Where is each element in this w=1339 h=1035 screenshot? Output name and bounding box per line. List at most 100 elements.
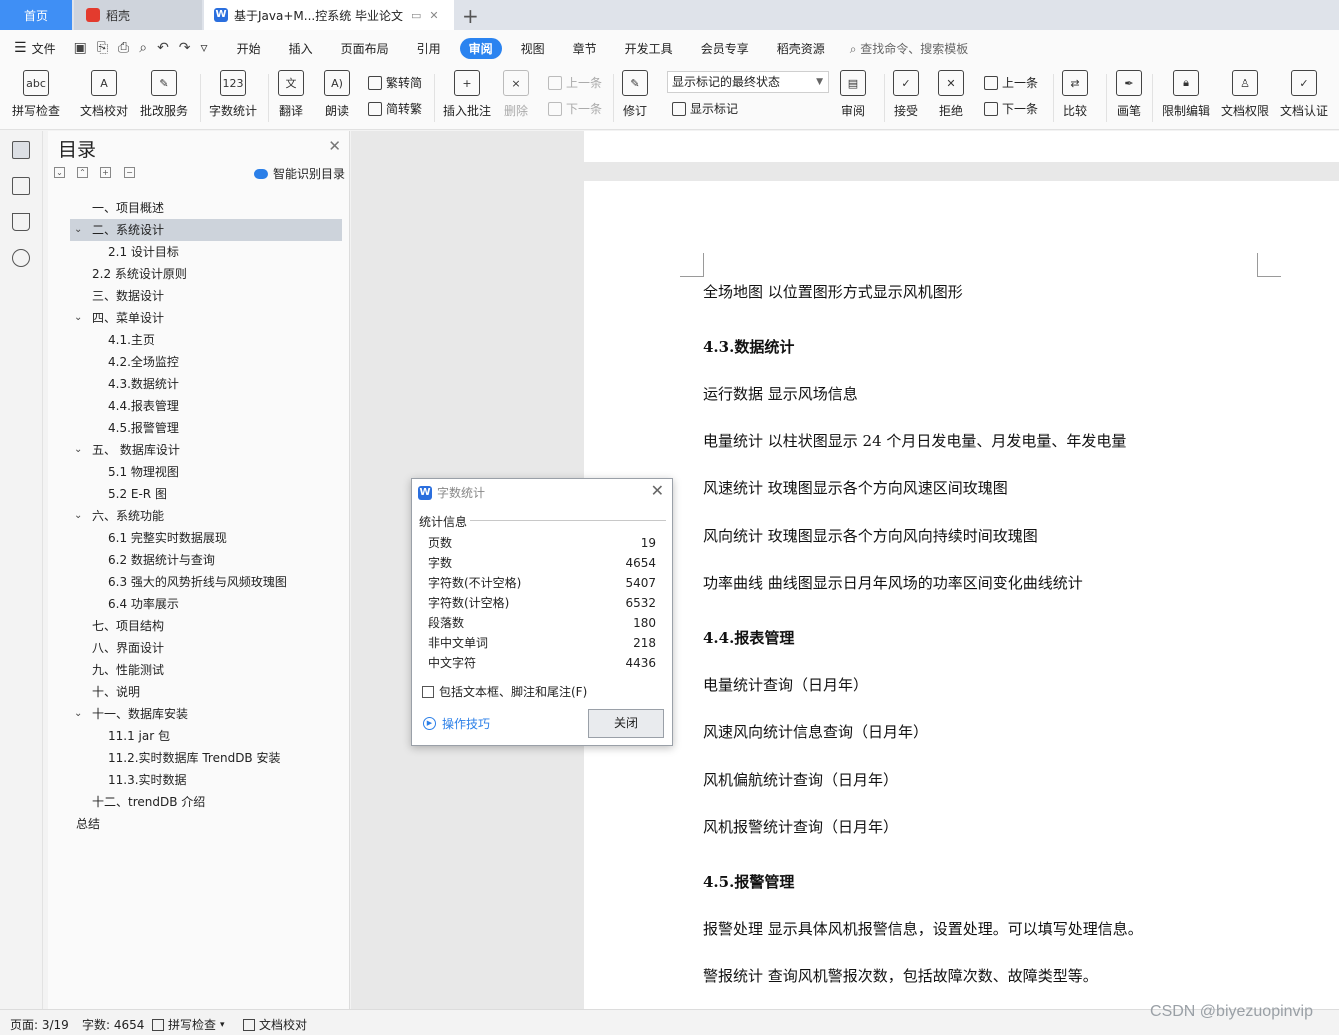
toc-item[interactable]: 八、界面设计 bbox=[70, 637, 342, 659]
menu-tab-resources[interactable]: 稻壳资源 bbox=[768, 38, 834, 59]
chevron-down-icon[interactable]: ⌄ bbox=[74, 307, 82, 329]
add-heading-icon[interactable]: + bbox=[100, 167, 111, 178]
chevron-down-icon[interactable]: ⌄ bbox=[74, 703, 82, 725]
revise-service-button[interactable]: ✎ 批改服务 bbox=[140, 70, 188, 119]
toc-item[interactable]: 总结 bbox=[70, 813, 342, 835]
menu-tab-insert[interactable]: 插入 bbox=[280, 38, 322, 59]
toc-item[interactable]: ⌄ 四、菜单设计 bbox=[70, 307, 342, 329]
toc-item[interactable]: ⌄ 二、系统设计 bbox=[70, 219, 342, 241]
toc-item[interactable]: 4.4.报表管理 bbox=[70, 395, 342, 417]
prev-change-button[interactable]: 上一条 bbox=[984, 74, 1038, 91]
menu-tab-member[interactable]: 会员专享 bbox=[692, 38, 758, 59]
search-icon[interactable] bbox=[12, 249, 30, 267]
status-doc-proof[interactable]: 文档校对 bbox=[243, 1016, 307, 1033]
menu-tab-review[interactable]: 审阅 bbox=[459, 37, 502, 59]
doc-proof-button[interactable]: A 文档校对 bbox=[80, 70, 128, 119]
include-textbox-checkbox[interactable]: 包括文本框、脚注和尾注(F) bbox=[422, 683, 587, 700]
toc-item[interactable]: 4.1.主页 bbox=[70, 329, 342, 351]
translate-button[interactable]: 文翻译 bbox=[278, 70, 304, 119]
markup-state-select[interactable]: 显示标记的最终状态 ▼ bbox=[667, 71, 829, 93]
toc-item[interactable]: 2.2 系统设计原则 bbox=[70, 263, 342, 285]
toc-item[interactable]: 十、说明 bbox=[70, 681, 342, 703]
compare-button[interactable]: ⇄ 比较 bbox=[1062, 70, 1088, 119]
document-page[interactable]: 全场地图 以位置图形方式显示风机图形 4.3.数据统计 运行数据 显示风场信息 电量统… bbox=[584, 181, 1339, 1009]
prev-comment-button[interactable]: 上一条 bbox=[548, 74, 602, 91]
chevron-down-icon[interactable]: ⌄ bbox=[74, 439, 82, 461]
toc-item[interactable]: 6.1 完整实时数据展现 bbox=[70, 527, 342, 549]
reject-button[interactable]: ✕ 拒绝 bbox=[938, 70, 964, 119]
toc-item[interactable]: 6.2 数据统计与查询 bbox=[70, 549, 342, 571]
export-icon[interactable]: ⎘ bbox=[97, 40, 108, 56]
toc-item[interactable]: 6.4 功率展示 bbox=[70, 593, 342, 615]
expand-up-icon[interactable]: ⌃ bbox=[77, 167, 88, 178]
save-icon[interactable]: ▣ bbox=[74, 40, 87, 56]
toc-item[interactable]: 七、项目结构 bbox=[70, 615, 342, 637]
undo-icon[interactable]: ↶ bbox=[157, 40, 169, 56]
chevron-down-icon[interactable]: ⌄ bbox=[74, 505, 82, 527]
tab-document[interactable]: W 基于Java+M...控系统 毕业论文 ▭ ✕ bbox=[204, 0, 454, 30]
toc-item[interactable]: 5.1 物理视图 bbox=[70, 461, 342, 483]
pen-button[interactable]: ✒ 画笔 bbox=[1116, 70, 1142, 119]
toc-item[interactable]: 6.3 强大的风势折线与风频玫瑰图 bbox=[70, 571, 342, 593]
toc-item[interactable]: 2.1 设计目标 bbox=[70, 241, 342, 263]
menu-tab-layout[interactable]: 页面布局 bbox=[332, 38, 398, 59]
status-spell-check[interactable]: 拼写检查 ▾ bbox=[152, 1016, 225, 1033]
close-icon[interactable]: ✕ bbox=[328, 137, 341, 155]
close-icon[interactable]: ✕ bbox=[651, 481, 664, 500]
toc-item[interactable]: ⌄ 十一、数据库安装 bbox=[70, 703, 342, 725]
read-aloud-button[interactable]: A) 朗读 bbox=[324, 70, 350, 119]
close-button[interactable]: 关闭 bbox=[588, 709, 664, 738]
menu-tab-developer[interactable]: 开发工具 bbox=[616, 38, 682, 59]
delete-comment-button[interactable]: × 删除 bbox=[503, 70, 529, 119]
bookmark-icon[interactable] bbox=[12, 213, 30, 231]
traditional-to-simplified-button[interactable]: 繁转简 bbox=[368, 74, 422, 91]
toc-item[interactable]: 11.2.实时数据库 TrendDB 安装 bbox=[70, 747, 342, 769]
menu-tab-references[interactable]: 引用 bbox=[408, 38, 450, 59]
chevron-down-icon[interactable]: ⌄ bbox=[74, 219, 82, 241]
spell-check-button[interactable]: abc 拼写检查 bbox=[12, 70, 60, 119]
doc-permission-button[interactable]: ♙ 文档权限 bbox=[1221, 70, 1269, 119]
smart-toc-button[interactable]: 智能识别目录 bbox=[253, 165, 345, 182]
accept-button[interactable]: ✓ 接受 bbox=[893, 70, 919, 119]
customize-chevron-icon[interactable]: ▿ bbox=[201, 40, 208, 56]
word-count-indicator[interactable]: 字数: 4654 bbox=[82, 1016, 144, 1033]
redo-icon[interactable]: ↷ bbox=[179, 40, 191, 56]
command-search[interactable]: ⌕ 查找命令、搜索模板 bbox=[850, 40, 969, 57]
doc-cert-button[interactable]: ✓ 文档认证 bbox=[1280, 70, 1328, 119]
toc-item[interactable]: 5.2 E-R 图 bbox=[70, 483, 342, 505]
toc-item[interactable]: 11.3.实时数据 bbox=[70, 769, 342, 791]
tab-home[interactable]: 首页 bbox=[0, 0, 72, 30]
new-tab-button[interactable]: + bbox=[462, 4, 479, 28]
collapse-all-icon[interactable]: ⌄ bbox=[54, 167, 65, 178]
toc-item[interactable]: 三、数据设计 bbox=[70, 285, 342, 307]
preview-icon[interactable]: ⌕ bbox=[139, 40, 147, 56]
tab-daoke[interactable]: 稻壳 bbox=[74, 0, 202, 30]
tab-pin-icon[interactable]: ▭ bbox=[411, 9, 421, 22]
chapter-icon[interactable] bbox=[12, 177, 30, 195]
review-pane-button[interactable]: ▤ 审阅 bbox=[840, 70, 866, 119]
page-indicator[interactable]: 页面: 3/19 bbox=[10, 1016, 69, 1033]
remove-heading-icon[interactable]: − bbox=[124, 167, 135, 178]
menu-tab-view[interactable]: 视图 bbox=[512, 38, 554, 59]
insert-comment-button[interactable]: + 插入批注 bbox=[443, 70, 491, 119]
toc-item[interactable]: 4.2.全场监控 bbox=[70, 351, 342, 373]
menu-tab-section[interactable]: 章节 bbox=[564, 38, 606, 59]
tab-close-icon[interactable]: ✕ bbox=[429, 9, 438, 22]
outline-icon[interactable] bbox=[12, 141, 30, 159]
simplified-to-traditional-button[interactable]: 简转繁 bbox=[368, 100, 422, 117]
toc-item[interactable]: 十二、trendDB 介绍 bbox=[70, 791, 342, 813]
toc-item[interactable]: 11.1 jar 包 bbox=[70, 725, 342, 747]
toc-item[interactable]: 4.3.数据统计 bbox=[70, 373, 342, 395]
track-changes-button[interactable]: ✎ 修订 bbox=[622, 70, 648, 119]
toc-item[interactable]: ⌄ 五、 数据库设计 bbox=[70, 439, 342, 461]
tips-link[interactable]: ▶ 操作技巧 bbox=[423, 715, 490, 732]
toc-item[interactable]: 4.5.报警管理 bbox=[70, 417, 342, 439]
toc-item[interactable]: ⌄ 六、系统功能 bbox=[70, 505, 342, 527]
print-icon[interactable]: ⎙ bbox=[118, 40, 129, 56]
toc-item[interactable]: 一、项目概述 bbox=[70, 197, 342, 219]
restrict-edit-button[interactable]: 🔒︎ 限制编辑 bbox=[1162, 70, 1210, 119]
file-menu[interactable]: ☰ 文件 bbox=[14, 40, 56, 57]
next-change-button[interactable]: 下一条 bbox=[984, 100, 1038, 117]
next-comment-button[interactable]: 下一条 bbox=[548, 100, 602, 117]
menu-tab-start[interactable]: 开始 bbox=[228, 38, 270, 59]
